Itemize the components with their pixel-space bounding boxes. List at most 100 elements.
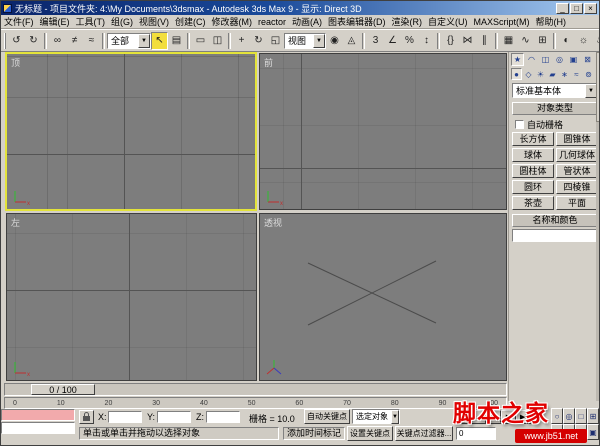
percent-snap-icon[interactable]: %	[401, 32, 418, 50]
select-object-icon[interactable]: ↖	[151, 31, 168, 50]
select-and-manipulate-icon[interactable]: ◬	[343, 32, 360, 50]
lock-selection-button[interactable]	[79, 410, 94, 424]
bind-to-space-warp-icon[interactable]: ≈	[83, 32, 100, 50]
category-helpers-icon[interactable]: ∗	[559, 68, 570, 80]
plane-button[interactable]: 平面	[556, 196, 598, 210]
teapot-button[interactable]: 茶壶	[512, 196, 554, 210]
panel-scrollbar-thumb[interactable]	[596, 52, 599, 122]
time-tag-field[interactable]: 添加时间标记	[283, 427, 345, 440]
set-key-button[interactable]: 设置关键点	[347, 426, 393, 441]
close-button[interactable]: ×	[584, 2, 597, 14]
menu-tools[interactable]: 工具(T)	[73, 15, 109, 28]
zoom-extents-icon[interactable]: □	[575, 408, 587, 424]
maximize-viewport-toggle-icon[interactable]: ▣	[587, 424, 599, 440]
zoom-icon[interactable]: ○	[551, 408, 563, 424]
time-slider-track[interactable]: 0 / 100	[4, 383, 507, 396]
geosphere-button[interactable]: 几何球体	[556, 148, 598, 162]
tab-utilities-icon[interactable]: ⊠	[581, 53, 594, 66]
name-color-rollout[interactable]: 名称和颜色	[512, 214, 598, 227]
track-bar[interactable]: 0 10 20 30 40 50 60 70 80 90 100	[4, 397, 507, 409]
snap-toggle-icon[interactable]: 3	[367, 32, 384, 50]
select-and-rotate-icon[interactable]: ↻	[250, 32, 267, 50]
mirror-icon[interactable]: ⋈	[459, 32, 476, 50]
viewport-perspective[interactable]: 透视	[259, 213, 507, 381]
category-geometry-icon[interactable]: ●	[511, 68, 522, 80]
menu-customize[interactable]: 自定义(U)	[425, 15, 471, 28]
current-frame-field[interactable]: 0	[456, 427, 496, 440]
tab-display-icon[interactable]: ▣	[567, 53, 580, 66]
spinner-snap-icon[interactable]: ↕	[418, 32, 435, 50]
viewport-left-label[interactable]: 左	[11, 216, 20, 229]
menu-modifiers[interactable]: 修改器(M)	[209, 15, 256, 28]
menu-reactor[interactable]: reactor	[255, 17, 289, 27]
object-type-rollout[interactable]: 对象类型	[512, 102, 598, 115]
sphere-button[interactable]: 球体	[512, 148, 554, 162]
toolbar-drag-handle[interactable]	[4, 32, 6, 49]
category-lights-icon[interactable]: ☀	[535, 68, 546, 80]
viewport-front[interactable]: 前 x	[259, 53, 507, 210]
auto-key-button[interactable]: 自动关键点	[304, 409, 350, 424]
selection-region-icon[interactable]: ▭	[192, 32, 209, 50]
panel-scrollbar[interactable]	[596, 52, 599, 401]
time-slider-handle[interactable]: 0 / 100	[31, 384, 95, 395]
category-systems-icon[interactable]: ⊚	[583, 68, 594, 80]
select-and-link-icon[interactable]: ∞	[49, 32, 66, 50]
key-filters-button[interactable]: 关键点过滤器...	[395, 426, 453, 441]
torus-button[interactable]: 圆环	[512, 180, 554, 194]
zoom-extents-all-icon[interactable]: ⊞	[587, 408, 599, 424]
tab-create-icon[interactable]: ★	[511, 53, 524, 66]
maximize-button[interactable]: □	[570, 2, 583, 14]
maxscript-listener-macro[interactable]	[1, 409, 75, 421]
maxscript-listener-input[interactable]	[1, 422, 75, 434]
menu-group[interactable]: 组(G)	[108, 15, 136, 28]
menu-create[interactable]: 创建(C)	[172, 15, 209, 28]
viewport-top-label[interactable]: 顶	[11, 56, 20, 69]
select-and-scale-icon[interactable]: ◱	[267, 32, 284, 50]
redo-icon[interactable]: ↻	[25, 32, 42, 50]
box-button[interactable]: 长方体	[512, 132, 554, 146]
use-pivot-center-icon[interactable]: ◉	[326, 32, 343, 50]
category-cameras-icon[interactable]: ▰	[547, 68, 558, 80]
cylinder-button[interactable]: 圆柱体	[512, 164, 554, 178]
x-coord-field[interactable]	[108, 411, 142, 423]
tab-hierarchy-icon[interactable]: ◫	[539, 53, 552, 66]
tube-button[interactable]: 管状体	[556, 164, 598, 178]
viewport-top[interactable]: 顶 x	[5, 52, 257, 211]
menu-maxscript[interactable]: MAXScript(M)	[471, 17, 533, 27]
chevron-down-icon[interactable]: ▼	[391, 409, 399, 424]
undo-icon[interactable]: ↺	[8, 32, 25, 50]
menu-file[interactable]: 文件(F)	[1, 15, 37, 28]
schematic-view-icon[interactable]: ⊞	[534, 32, 551, 50]
category-shapes-icon[interactable]: ◇	[523, 68, 534, 80]
chevron-down-icon[interactable]: ▼	[313, 33, 325, 48]
viewport-left[interactable]: 左 x	[6, 213, 257, 381]
zoom-all-icon[interactable]: ◎	[563, 408, 575, 424]
named-selection-sets-icon[interactable]: {}	[442, 32, 459, 50]
menu-edit[interactable]: 编辑(E)	[37, 15, 73, 28]
menu-graph-editors[interactable]: 图表编辑器(D)	[325, 15, 389, 28]
selection-filter-dropdown[interactable]: 全部 ▼	[107, 32, 151, 49]
align-icon[interactable]: ∥	[476, 32, 493, 50]
object-name-input[interactable]	[512, 229, 598, 242]
viewport-front-label[interactable]: 前	[264, 56, 273, 69]
set-key-filter-dropdown[interactable]: 选定对象 ▼	[352, 409, 400, 424]
unlink-selection-icon[interactable]: ≠	[66, 32, 83, 50]
window-crossing-icon[interactable]: ◫	[209, 32, 226, 50]
reference-coordinate-dropdown[interactable]: 视图 ▼	[284, 32, 326, 49]
menu-animation[interactable]: 动画(A)	[289, 15, 325, 28]
menu-help[interactable]: 帮助(H)	[533, 15, 570, 28]
quick-render-icon[interactable]: ♨	[592, 32, 599, 50]
menu-views[interactable]: 视图(V)	[136, 15, 172, 28]
minimize-button[interactable]: _	[556, 2, 569, 14]
render-setup-icon[interactable]: ☼	[575, 32, 592, 50]
curve-editor-icon[interactable]: ∿	[517, 32, 534, 50]
select-and-move-icon[interactable]: +	[233, 32, 250, 50]
primitive-category-dropdown[interactable]: 标准基本体 ▼	[512, 83, 598, 98]
autogrid-checkbox[interactable]	[515, 119, 524, 129]
select-by-name-icon[interactable]: ▤	[168, 32, 185, 50]
material-editor-icon[interactable]: ◐	[558, 32, 575, 50]
y-coord-field[interactable]	[157, 411, 191, 423]
pyramid-button[interactable]: 四棱锥	[556, 180, 598, 194]
tab-motion-icon[interactable]: ◎	[553, 53, 566, 66]
chevron-down-icon[interactable]: ▼	[138, 33, 150, 48]
